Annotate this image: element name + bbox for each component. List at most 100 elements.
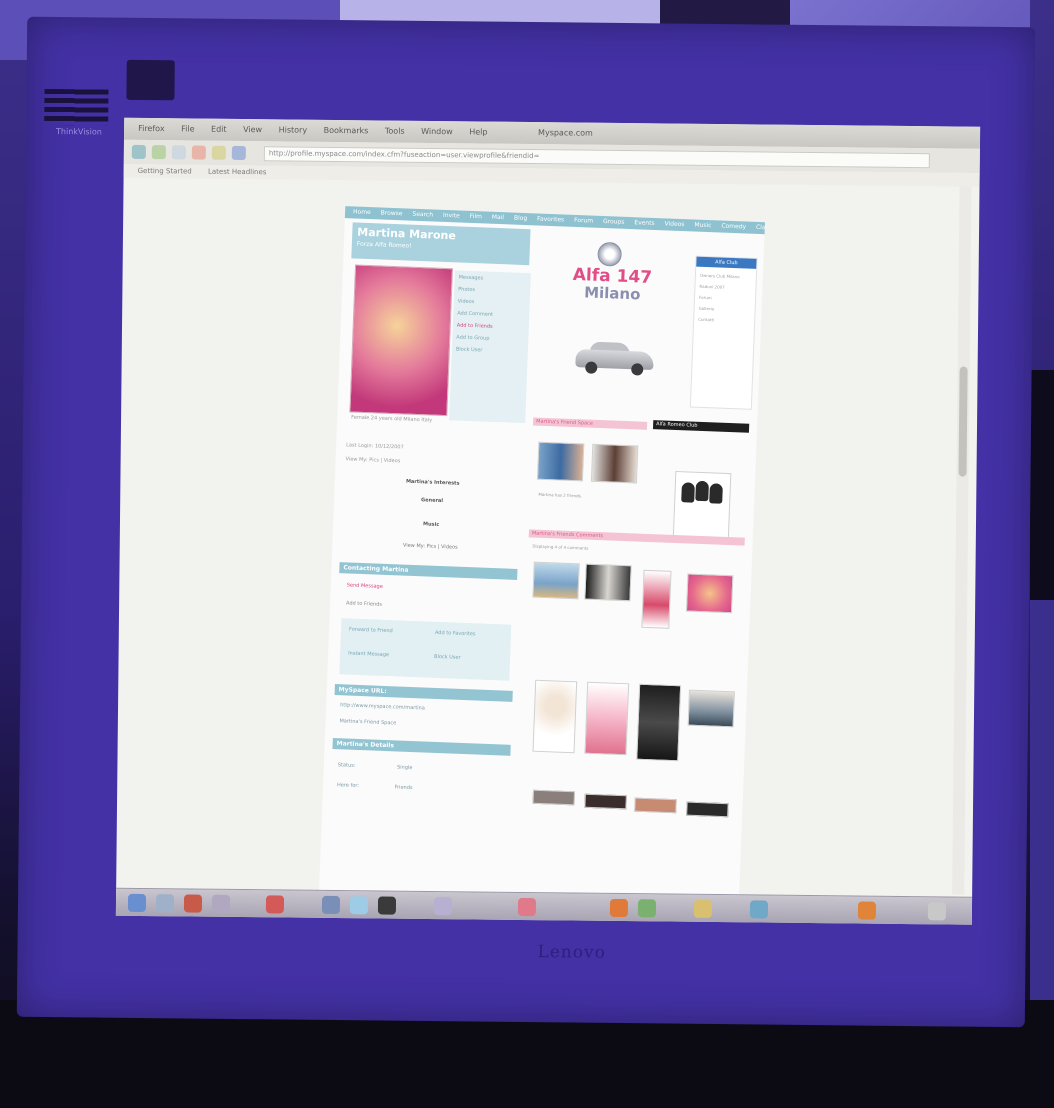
ical-icon[interactable] xyxy=(265,895,285,914)
nav-link[interactable]: Search xyxy=(412,211,433,219)
contact-action[interactable]: Add to Favorites xyxy=(435,630,476,638)
iphoto-icon[interactable] xyxy=(377,896,397,915)
dashboard-icon[interactable] xyxy=(155,894,175,913)
right-edge-shadow xyxy=(1030,370,1054,600)
person-icon xyxy=(695,480,710,502)
view-more-link[interactable]: View My: Pics | Videos xyxy=(350,541,510,553)
row-label: Status: xyxy=(337,762,356,769)
comment-thumb[interactable] xyxy=(584,681,630,756)
menu-item[interactable]: Edit xyxy=(211,125,227,134)
chat-icon[interactable] xyxy=(637,899,657,918)
nav-link[interactable]: Mail xyxy=(492,214,504,221)
comment-thumb[interactable] xyxy=(532,789,576,806)
stop-icon[interactable] xyxy=(191,145,206,160)
scroll-thumb[interactable] xyxy=(958,366,968,477)
nav-link[interactable]: Forum xyxy=(574,217,593,225)
menu-item[interactable]: Tools xyxy=(385,127,405,136)
menu-item[interactable]: Window xyxy=(421,127,453,136)
comment-thumb[interactable] xyxy=(532,679,578,754)
brand-label: Lenovo xyxy=(537,942,606,963)
info-line[interactable]: View My: Pics | Videos xyxy=(345,456,400,464)
comment-thumb[interactable] xyxy=(584,793,627,810)
wheel xyxy=(631,363,644,376)
scrollbar[interactable] xyxy=(952,186,972,895)
mail-icon[interactable] xyxy=(183,894,203,913)
back-icon[interactable] xyxy=(131,144,146,159)
row-value: Single xyxy=(396,764,413,772)
comment-thumb[interactable] xyxy=(634,797,677,814)
menu-item[interactable]: View xyxy=(243,125,262,134)
comment-thumb[interactable] xyxy=(532,561,580,600)
home-icon[interactable] xyxy=(211,145,226,160)
profile-link[interactable]: Photos xyxy=(458,286,526,295)
bookmark-item[interactable]: Getting Started xyxy=(138,167,192,176)
nav-link[interactable]: Film xyxy=(470,213,482,220)
profile-link[interactable]: Videos xyxy=(458,298,526,307)
menu-item[interactable]: Bookmarks xyxy=(324,126,369,135)
nav-link[interactable]: Comedy xyxy=(721,223,746,231)
menu-item[interactable]: File xyxy=(181,124,194,133)
dock xyxy=(115,887,973,925)
firefox-icon[interactable] xyxy=(609,898,629,918)
contact-action[interactable]: Block User xyxy=(434,654,461,661)
friend-space-link[interactable]: Martina's Friend Space xyxy=(339,718,509,731)
comment-thumb[interactable] xyxy=(641,569,672,629)
bookmark-item[interactable]: Latest Headlines xyxy=(208,168,267,177)
comment-thumb[interactable] xyxy=(636,683,682,762)
profile-link[interactable]: Add Comment xyxy=(457,310,525,319)
forward-icon[interactable] xyxy=(151,145,166,160)
screen: Firefox File Edit View History Bookmarks… xyxy=(115,117,981,925)
side-box-line: Galleria xyxy=(698,305,715,312)
safari-icon[interactable] xyxy=(211,894,231,913)
nav-link[interactable]: Classifieds xyxy=(756,224,765,232)
side-box-header[interactable]: Alfa Club xyxy=(696,256,757,269)
nav-link[interactable]: Events xyxy=(634,219,655,227)
profile-link[interactable]: Add to Group xyxy=(456,334,524,343)
logo-text: ThinkVision xyxy=(56,127,102,137)
comment-thumb[interactable] xyxy=(685,573,734,614)
row-value: Friends xyxy=(394,784,413,792)
address-bar[interactable]: http://profile.myspace.com/index.cfm?fus… xyxy=(263,146,930,169)
group-icon[interactable] xyxy=(672,470,732,540)
imovie-icon[interactable] xyxy=(433,897,453,916)
add-friend-link[interactable]: Add to Friends xyxy=(346,600,382,607)
profile-link[interactable]: Messages xyxy=(459,274,527,283)
send-message-link[interactable]: Send Message xyxy=(347,582,383,589)
menu-item[interactable]: Help xyxy=(469,127,487,136)
nav-link[interactable]: Browse xyxy=(381,209,403,217)
nav-link[interactable]: Blog xyxy=(514,215,528,223)
friend-thumb[interactable] xyxy=(590,443,639,484)
profile-link-highlight[interactable]: Add to Friends xyxy=(457,322,525,331)
left-column: Martina Marone Forza Alfa Romeo! Message… xyxy=(327,222,535,898)
garageband-icon[interactable] xyxy=(517,897,537,917)
bookmark-icon[interactable] xyxy=(231,145,246,161)
nav-link[interactable]: Invite xyxy=(443,212,460,220)
friend-thumb[interactable] xyxy=(536,441,585,482)
profile-link[interactable]: Block User xyxy=(456,346,524,355)
terminal-icon[interactable] xyxy=(749,900,769,919)
contact-action[interactable]: Forward to Friend xyxy=(349,627,393,635)
nav-link[interactable]: Home xyxy=(353,208,371,216)
photos-icon[interactable] xyxy=(857,901,877,920)
music-label: Music xyxy=(422,521,440,528)
preferences-icon[interactable] xyxy=(693,899,713,918)
comment-thumb[interactable] xyxy=(687,689,735,728)
blurb-title: Martina's Interests xyxy=(405,478,460,487)
nav-link[interactable]: Music xyxy=(694,222,711,230)
menu-item[interactable]: Firefox xyxy=(138,124,165,133)
reload-icon[interactable] xyxy=(171,145,186,160)
profile-photo[interactable] xyxy=(349,264,453,417)
comment-thumb[interactable] xyxy=(584,563,632,602)
menu-item[interactable]: History xyxy=(279,125,308,134)
finder-icon[interactable] xyxy=(127,893,147,913)
person-icon xyxy=(709,483,723,504)
contact-action[interactable]: Instant Message xyxy=(348,651,389,659)
comment-thumb[interactable] xyxy=(686,801,729,818)
nav-link[interactable]: Groups xyxy=(603,218,625,226)
addressbook-icon[interactable] xyxy=(321,895,341,915)
profile-url[interactable]: http://www.myspace.com/martina xyxy=(340,702,510,715)
nav-link[interactable]: Videos xyxy=(664,220,684,228)
nav-link[interactable]: Favorites xyxy=(537,215,564,223)
trash-icon[interactable] xyxy=(927,902,947,921)
itunes-icon[interactable] xyxy=(349,896,369,915)
